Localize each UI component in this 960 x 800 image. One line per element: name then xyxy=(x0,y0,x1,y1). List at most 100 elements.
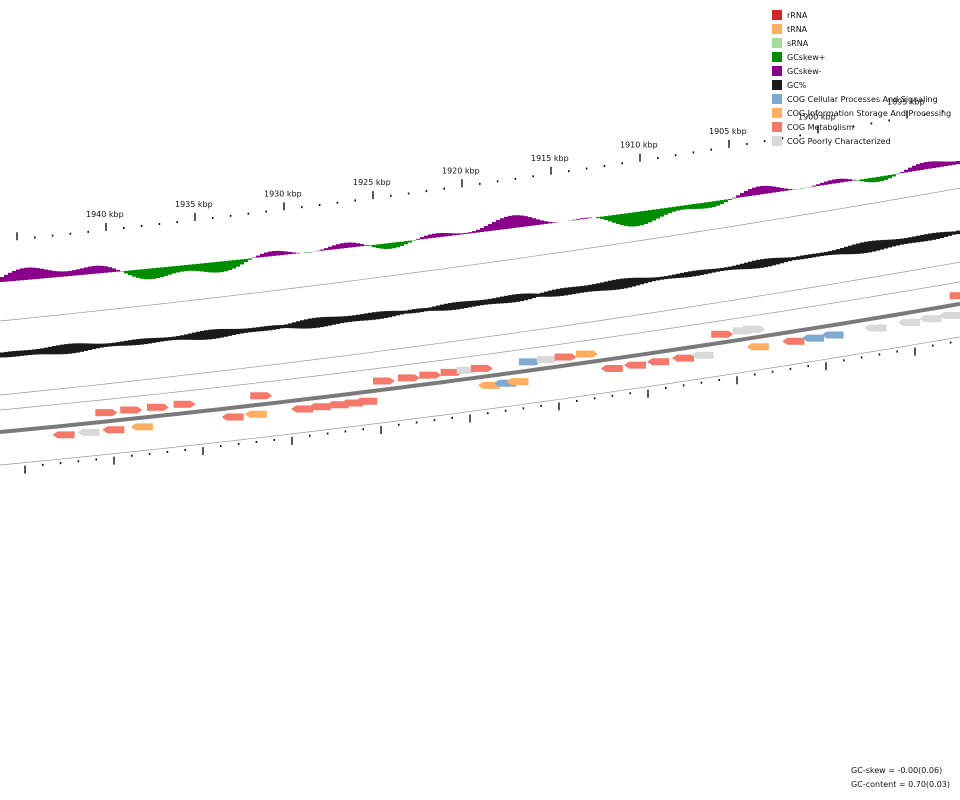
gc-content-bar xyxy=(832,250,836,255)
gc-skew-bar xyxy=(856,179,860,181)
gc-content-bar xyxy=(504,295,508,304)
gc-content-bar xyxy=(780,257,784,264)
gc-content-bar xyxy=(924,234,928,242)
gc-content-bar xyxy=(96,343,100,349)
gc-content-bar xyxy=(384,311,388,319)
gc-skew-bar xyxy=(456,233,460,235)
gc-content-bar xyxy=(228,328,232,336)
gc-skew-bar xyxy=(80,268,84,275)
gc-skew-bar xyxy=(472,231,476,233)
gc-content-bar xyxy=(680,272,684,278)
gc-skew-bar xyxy=(364,245,368,246)
gc-content-bar xyxy=(860,242,864,254)
legend-swatch xyxy=(772,66,782,76)
gc-content-bar xyxy=(712,268,716,273)
gc-content-bar xyxy=(660,276,664,280)
gc-skew-bar xyxy=(328,246,332,250)
gc-skew-bar xyxy=(496,219,500,230)
gc-skew-bar xyxy=(664,207,668,215)
gc-content-bar xyxy=(80,343,84,352)
legend-swatch xyxy=(772,80,782,90)
gene-arrow xyxy=(173,400,196,408)
gc-content-bar xyxy=(704,269,708,275)
legend-item-cog-information: COG Information Storage And Processing xyxy=(772,106,951,120)
gc-content-bar xyxy=(496,297,500,304)
gc-content-bar xyxy=(276,325,280,330)
gc-skew-bar xyxy=(200,263,204,272)
gc-content-bar xyxy=(4,351,8,358)
gc-skew-bar xyxy=(668,207,672,214)
gc-content-bar xyxy=(852,244,856,255)
gc-content-bar xyxy=(256,327,260,332)
legend-label: tRNA xyxy=(787,24,808,34)
gc-content-bar xyxy=(12,351,16,357)
gc-skew-bar xyxy=(44,269,48,279)
gc-skew-bar xyxy=(864,178,868,182)
gc-content-bar xyxy=(100,343,104,348)
gc-skew-bar xyxy=(604,216,608,221)
gc-skew-bar xyxy=(724,199,728,203)
gc-skew-bar xyxy=(916,164,920,171)
gc-content-bar xyxy=(576,286,580,294)
gc-skew-bar xyxy=(68,270,72,277)
gc-skew-bar xyxy=(272,251,276,256)
gc-content-bar xyxy=(372,312,376,320)
gc-skew-bar xyxy=(644,210,648,224)
gc-content-bar xyxy=(264,326,268,331)
gc-skew-bar xyxy=(268,251,272,257)
gc-content-bar xyxy=(240,328,244,334)
gc-content-bar xyxy=(236,328,240,335)
gc-skew-bar xyxy=(0,277,4,282)
gc-content-bar xyxy=(640,277,644,285)
gc-content-bar xyxy=(840,248,844,255)
gc-skew-bar xyxy=(880,176,884,182)
gc-content-bar xyxy=(912,236,916,243)
gc-skew-bar xyxy=(852,179,856,181)
gc-content-bar xyxy=(208,329,212,340)
gc-skew-bar xyxy=(156,267,160,279)
gc-skew-bar xyxy=(404,241,408,245)
gc-content-bar xyxy=(516,293,520,302)
gc-skew-bar xyxy=(320,249,324,251)
gc-skew-bar xyxy=(40,268,44,279)
gc-skew-bar xyxy=(884,175,888,180)
gc-skew-bar xyxy=(160,267,164,278)
gc-skew-bar xyxy=(128,270,132,276)
gc-skew-bar xyxy=(536,219,540,225)
gc-skew-bar xyxy=(432,233,436,238)
gene-arrow xyxy=(102,426,125,434)
gc-skew-bar xyxy=(8,272,12,282)
gc-skew-bar xyxy=(372,244,376,248)
gc-skew-bar xyxy=(840,178,844,183)
legend-swatch xyxy=(772,122,782,132)
gc-skew-bar xyxy=(632,212,636,227)
gc-skew-bar xyxy=(236,259,240,267)
gc-skew-bar xyxy=(740,192,744,198)
gc-skew-stat: GC-skew = -0.00(0.06) xyxy=(851,766,943,775)
gc-skew-bar xyxy=(772,186,776,193)
gc-skew-bar xyxy=(464,232,468,234)
gc-skew-bar xyxy=(436,233,440,238)
gc-content-bar xyxy=(88,343,92,351)
gc-skew-bar xyxy=(860,179,864,182)
gc-content-bar xyxy=(108,343,112,347)
gc-content-bar xyxy=(308,318,312,329)
gc-content-bar xyxy=(348,315,352,322)
gc-skew-bar xyxy=(52,270,56,278)
gc-content-bar xyxy=(524,293,528,301)
gc-content-bar xyxy=(932,232,936,240)
gc-skew-bar xyxy=(912,165,916,172)
gc-content-bar xyxy=(248,328,252,333)
legend-item-cog-poorly: COG Poorly Characterized xyxy=(772,134,951,148)
gc-skew-bar xyxy=(180,265,184,272)
gc-skew-bar xyxy=(548,221,552,224)
gc-skew-bar xyxy=(776,187,780,192)
gc-content-bar xyxy=(796,256,800,260)
gc-content-bar xyxy=(776,257,780,265)
gene-arrow xyxy=(949,292,960,300)
gc-content-bar xyxy=(452,302,456,310)
gc-skew-bar xyxy=(816,184,820,187)
gc-content-bar xyxy=(788,257,792,262)
gc-skew-bar xyxy=(452,233,456,236)
gc-content-bar xyxy=(896,239,900,246)
